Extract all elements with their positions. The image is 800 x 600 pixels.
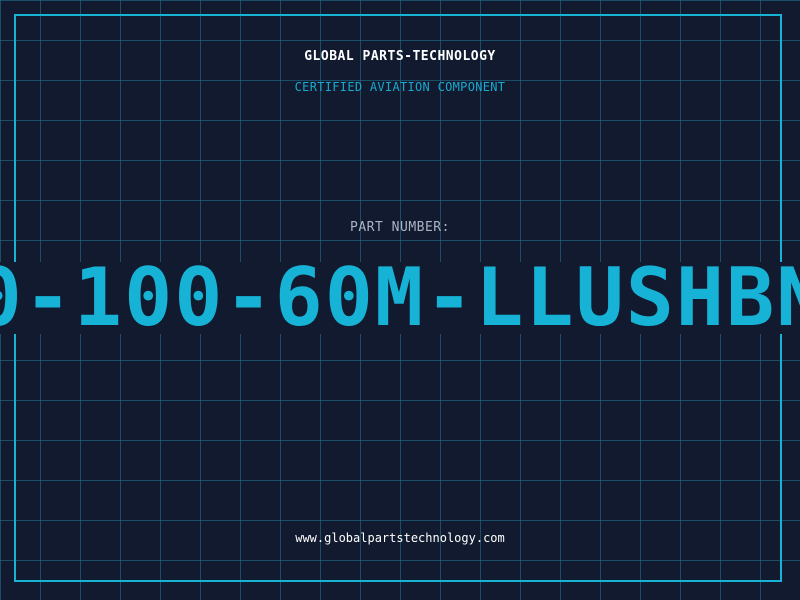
brand-title: GLOBAL PARTS-TECHNOLOGY bbox=[304, 49, 496, 64]
website-link: www.globalpartstechnology.com bbox=[295, 531, 505, 545]
certificate-card: GLOBAL PARTS-TECHNOLOGY CERTIFIED AVIATI… bbox=[0, 0, 800, 600]
certification-subtitle: CERTIFIED AVIATION COMPONENT bbox=[294, 80, 506, 94]
part-number-value: L0-100-60M-LLUSHBNT bbox=[0, 262, 800, 334]
part-number-label: PART NUMBER: bbox=[350, 220, 450, 235]
part-number-band: L0-100-60M-LLUSHBNT bbox=[0, 262, 800, 334]
